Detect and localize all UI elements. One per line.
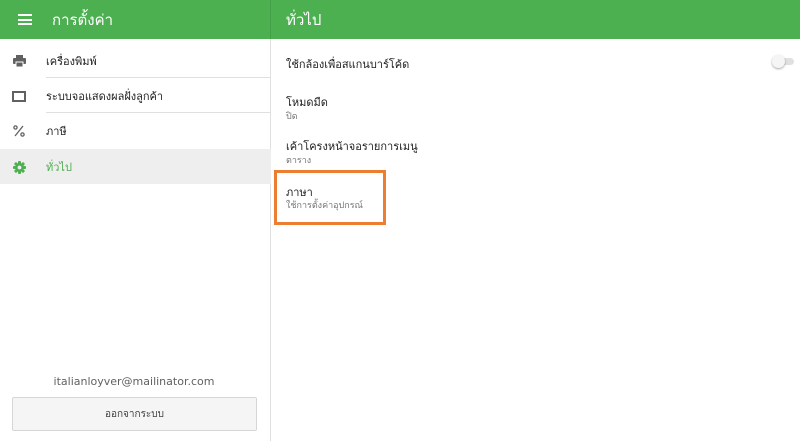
camera-scan-toggle[interactable] xyxy=(772,55,794,68)
sidebar-item-label: ภาษี xyxy=(46,124,67,138)
sidebar-item-label: ทั่วไป xyxy=(46,160,72,174)
percent-icon xyxy=(12,124,26,138)
section-title: ทั่วไป xyxy=(286,10,322,29)
gear-icon xyxy=(12,160,26,174)
sidebar-item-customer-display[interactable]: ระบบจอแสดงผลฝั่งลูกค้า xyxy=(0,78,271,113)
setting-value: ปิด xyxy=(286,112,298,122)
sidebar-item-label: ระบบจอแสดงผลฝั่งลูกค้า xyxy=(46,89,164,103)
logout-button[interactable]: ออกจากระบบ xyxy=(12,397,257,431)
sidebar-item-general[interactable]: ทั่วไป xyxy=(0,149,271,184)
section-header: ทั่วไป xyxy=(271,0,800,39)
setting-menu-layout[interactable]: เค้าโครงหน้าจอรายการเมนู ตาราง xyxy=(272,131,800,169)
account-email: italianloyver@mailinator.com xyxy=(53,375,215,388)
settings-sidebar: เครื่องพิมพ์ ระบบจอแสดงผลฝั่งลูกค้า ภาษี xyxy=(0,39,271,441)
toggle-thumb xyxy=(772,55,785,68)
setting-value: ตาราง xyxy=(286,156,312,166)
display-icon xyxy=(12,89,26,103)
page-title: การตั้งค่า xyxy=(52,10,114,29)
sidebar-item-tax[interactable]: ภาษี xyxy=(0,113,271,148)
general-settings-panel: ใช้กล้องเพื่อสแกนบาร์โค้ด โหมดมืด ปิด เค… xyxy=(272,39,800,441)
sidebar-item-label: เครื่องพิมพ์ xyxy=(46,54,97,68)
setting-title: ใช้กล้องเพื่อสแกนบาร์โค้ด xyxy=(286,58,410,71)
menu-icon[interactable] xyxy=(18,14,32,25)
sidebar-item-printers[interactable]: เครื่องพิมพ์ xyxy=(0,43,271,78)
language-highlight-box xyxy=(274,170,386,225)
settings-header: การตั้งค่า xyxy=(0,0,271,39)
setting-dark-mode[interactable]: โหมดมืด ปิด xyxy=(272,87,800,125)
printer-icon xyxy=(12,54,26,68)
setting-camera-scan[interactable]: ใช้กล้องเพื่อสแกนบาร์โค้ด xyxy=(272,39,800,83)
app-bar: การตั้งค่า ทั่วไป xyxy=(0,0,800,39)
